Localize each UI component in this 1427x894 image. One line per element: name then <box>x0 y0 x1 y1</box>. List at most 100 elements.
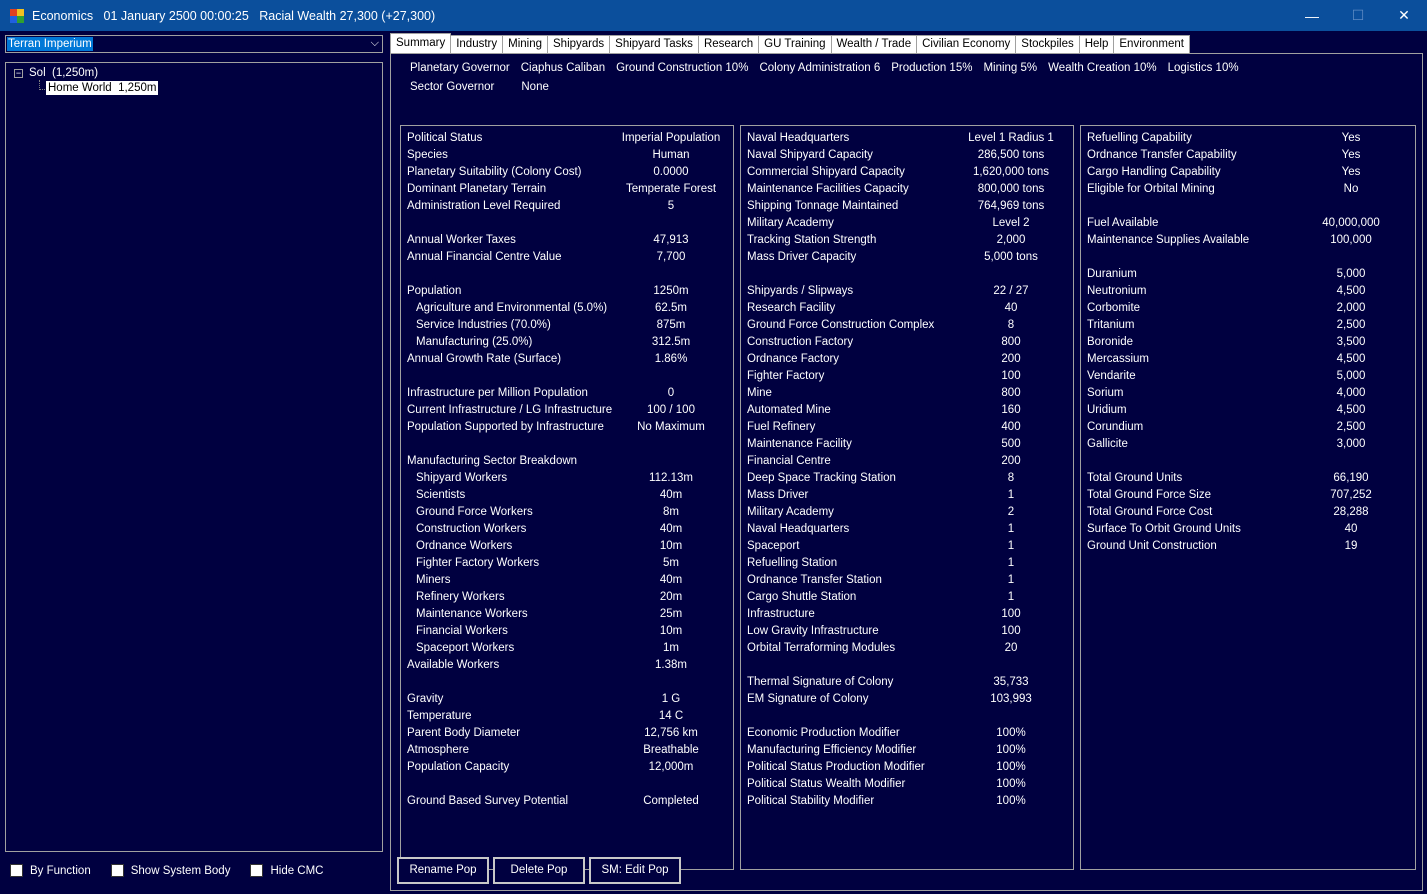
summary-value: 103,993 <box>990 693 1032 705</box>
summary-label: Maintenance Facilities Capacity <box>747 183 909 195</box>
empire-dropdown[interactable]: Terran Imperium ⌵ <box>5 35 383 53</box>
minimize-button[interactable]: — <box>1289 0 1335 31</box>
summary-row: Ordnance Transfer Capability Yes <box>1081 147 1415 164</box>
tree-node-system[interactable]: Sol (1,250m) <box>29 66 98 80</box>
summary-row: Species Human <box>401 147 733 164</box>
summary-value: 47,913 <box>653 234 689 246</box>
summary-label: Maintenance Workers <box>416 608 528 620</box>
summary-value: 40,000,000 <box>1322 217 1380 229</box>
rename-pop-button[interactable]: Rename Pop <box>397 857 489 884</box>
summary-value: 100 <box>1001 608 1021 620</box>
tab-stockpiles[interactable]: Stockpiles <box>1015 35 1080 53</box>
tab-industry[interactable]: Industry <box>450 35 504 53</box>
chevron-down-icon[interactable]: ⌵ <box>371 37 379 50</box>
tab-civilian-economy[interactable]: Civilian Economy <box>916 35 1017 53</box>
summary-label: Surface To Orbit Ground Units <box>1087 523 1241 535</box>
by-function-checkbox[interactable]: By Function <box>10 864 91 877</box>
tab-help[interactable]: Help <box>1078 35 1115 53</box>
summary-value: 5,000 tons <box>984 251 1038 263</box>
tab-research[interactable]: Research <box>697 35 760 53</box>
summary-row: Annual Financial Centre Value 7,700 <box>401 249 733 266</box>
summary-value: 62.5m <box>655 302 687 314</box>
hide-cmc-checkbox[interactable]: Hide CMC <box>250 864 324 877</box>
summary-row: Deep Space Tracking Station 8 <box>741 470 1073 487</box>
summary-row: Refinery Workers 20m <box>401 589 733 606</box>
summary-label: Infrastructure per Million Population <box>407 387 588 399</box>
summary-row: Parent Body Diameter 12,756 km <box>401 725 733 742</box>
summary-label: Political Stability Modifier <box>747 795 875 807</box>
summary-label: Deep Space Tracking Station <box>747 472 896 484</box>
summary-value: 20m <box>659 591 683 603</box>
summary-value: Imperial Population <box>621 132 721 144</box>
checkbox-box[interactable] <box>10 864 23 877</box>
summary-row: Manufacturing (25.0%) 312.5m <box>401 334 733 351</box>
colony-status-column: Political Status Imperial Population Speci… <box>400 125 734 870</box>
close-button[interactable]: ✕ <box>1381 0 1427 31</box>
summary-label: Population <box>407 285 462 297</box>
summary-value: 12,000m <box>648 761 694 773</box>
summary-row: Maintenance Facilities Capacity 800,000 t… <box>741 181 1073 198</box>
tab-summary[interactable]: Summary <box>390 33 452 54</box>
summary-value: 25m <box>659 608 683 620</box>
summary-value: 40m <box>659 574 683 586</box>
summary-row: Automated Mine 160 <box>741 402 1073 419</box>
summary-row: Mercassium 4,500 <box>1081 351 1415 368</box>
summary-value: 100 <box>1001 370 1021 382</box>
summary-label: Dominant Planetary Terrain <box>407 183 547 195</box>
checkbox-label: Show System Body <box>130 864 231 877</box>
tab-shipyards[interactable]: Shipyards <box>547 35 611 53</box>
summary-row: Gallicite 3,000 <box>1081 436 1415 453</box>
summary-value: 4,500 <box>1336 353 1366 365</box>
tab-strip: Summary Industry Mining Shipyards Shipya… <box>390 33 1190 54</box>
tab-wealth-trade[interactable]: Wealth / Trade <box>830 35 918 53</box>
summary-label: Spaceport <box>747 540 800 552</box>
tree-collapse-icon[interactable]: − <box>14 69 23 78</box>
summary-label: Parent Body Diameter <box>407 727 521 739</box>
sm-edit-pop-button[interactable]: SM: Edit Pop <box>589 857 681 884</box>
checkbox-label: By Function <box>30 864 91 877</box>
tab-mining[interactable]: Mining <box>502 35 549 53</box>
summary-row: Eligible for Orbital Mining No <box>1081 181 1415 198</box>
show-system-body-checkbox[interactable]: Show System Body <box>110 864 231 877</box>
summary-row: Maintenance Workers 25m <box>401 606 733 623</box>
summary-row: Manufacturing Sector Breakdown <box>401 453 733 470</box>
summary-row: Spaceport Workers 1m <box>401 640 733 657</box>
summary-row: Fuel Refinery 400 <box>741 419 1073 436</box>
summary-value: Human <box>652 149 690 161</box>
summary-label: Atmosphere <box>407 744 470 756</box>
summary-value: 7,700 <box>656 251 686 263</box>
summary-value: 8 <box>1007 472 1015 484</box>
summary-label: Naval Headquarters <box>747 132 850 144</box>
summary-label: Financial Workers <box>416 625 508 637</box>
summary-value: 5 <box>667 200 675 212</box>
tab-environment[interactable]: Environment <box>1113 35 1190 53</box>
summary-value: No <box>1343 183 1359 195</box>
summary-label: Fuel Refinery <box>747 421 816 433</box>
summary-value: 100% <box>996 727 1026 739</box>
summary-value: 800,000 tons <box>977 183 1045 195</box>
summary-value: 1 <box>1007 540 1015 552</box>
delete-pop-button[interactable]: Delete Pop <box>493 857 585 884</box>
summary-label: Available Workers <box>407 659 500 671</box>
tab-shipyard-tasks[interactable]: Shipyard Tasks <box>609 35 699 53</box>
summary-label: Political Status Production Modifier <box>747 761 925 773</box>
summary-row: Boronide 3,500 <box>1081 334 1415 351</box>
summary-row: Planetary Suitability (Colony Cost) 0.000… <box>401 164 733 181</box>
checkbox-box[interactable] <box>250 864 264 877</box>
summary-value: 400 <box>1001 421 1021 433</box>
population-tree[interactable]: − Sol (1,250m) Home World 1,250m <box>5 62 383 852</box>
summary-label: EM Signature of Colony <box>747 693 869 705</box>
tab-gu-training[interactable]: GU Training <box>758 35 832 53</box>
sector-governor-row: Sector Governor None <box>410 80 560 94</box>
summary-row: Ground Based Survey Potential Completed <box>401 793 733 810</box>
tree-node-population[interactable]: Home World 1,250m <box>46 81 159 95</box>
checkbox-box[interactable] <box>110 864 124 877</box>
summary-row: Political Status Wealth Modifier 100% <box>741 776 1073 793</box>
summary-value: 40m <box>659 489 683 501</box>
summary-label: Automated Mine <box>747 404 831 416</box>
maximize-button[interactable]: ☐ <box>1335 0 1381 31</box>
summary-label: Mine <box>747 387 772 399</box>
summary-row: Political Status Imperial Population <box>401 130 733 147</box>
summary-value: 286,500 tons <box>977 149 1045 161</box>
empire-selected: Terran Imperium <box>7 37 93 51</box>
